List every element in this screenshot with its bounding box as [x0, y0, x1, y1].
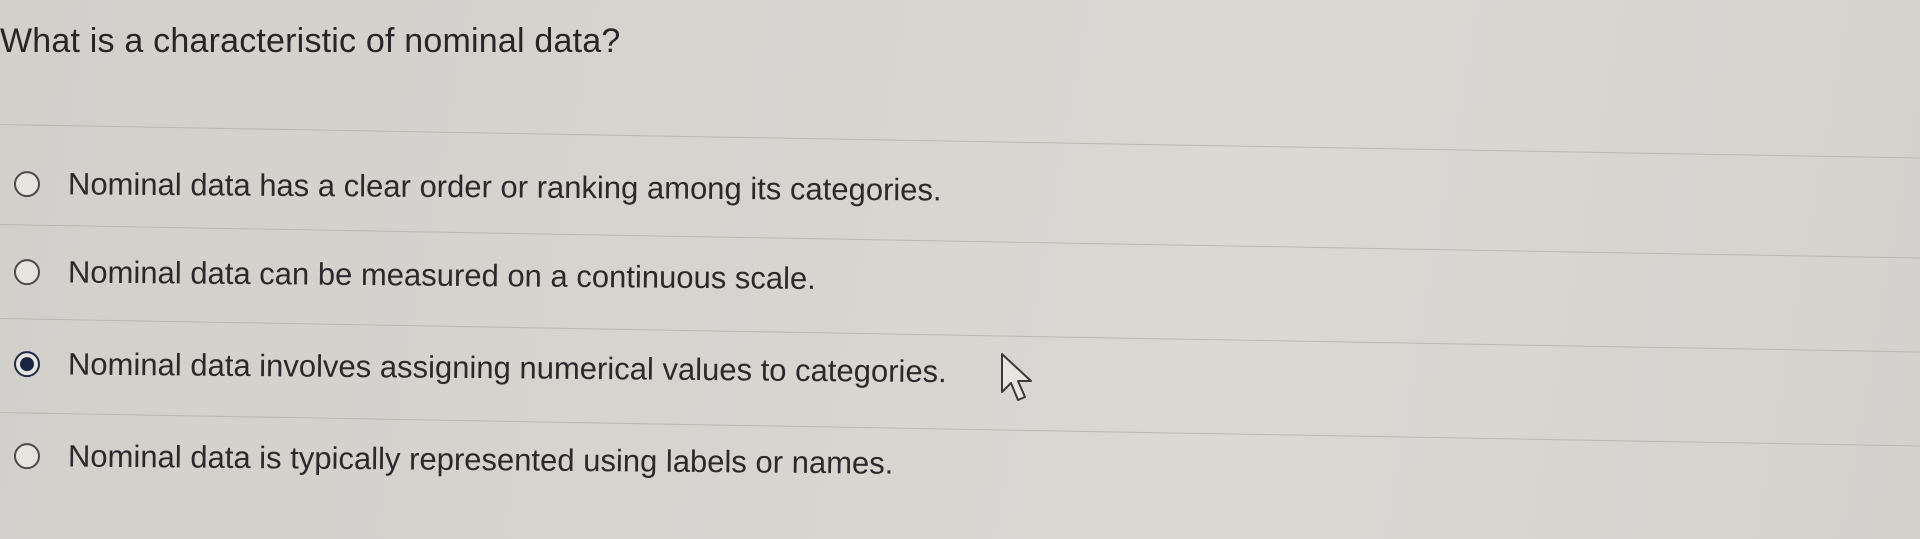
question-text: What is a characteristic of nominal data…: [0, 22, 621, 60]
answer-option-2[interactable]: Nominal data can be measured on a contin…: [13, 254, 817, 297]
divider: [0, 124, 1920, 160]
arrow-cursor-icon: [1001, 353, 1032, 401]
answer-option-3[interactable]: Nominal data involves assigning numerica…: [13, 346, 947, 390]
radio-button[interactable]: [13, 443, 41, 470]
radio-selected-dot: [19, 357, 35, 372]
radio-button[interactable]: [13, 171, 41, 198]
option-label: Nominal data can be measured on a contin…: [67, 254, 817, 296]
answer-option-1[interactable]: Nominal data has a clear order or rankin…: [13, 166, 942, 208]
radio-button[interactable]: [13, 259, 41, 286]
answer-option-4[interactable]: Nominal data is typically represented us…: [13, 438, 894, 482]
radio-button-selected[interactable]: [13, 351, 41, 378]
option-label: Nominal data involves assigning numerica…: [67, 346, 947, 390]
option-label: Nominal data is typically represented us…: [67, 438, 894, 481]
divider: [0, 224, 1920, 260]
option-label: Nominal data has a clear order or rankin…: [67, 166, 942, 208]
